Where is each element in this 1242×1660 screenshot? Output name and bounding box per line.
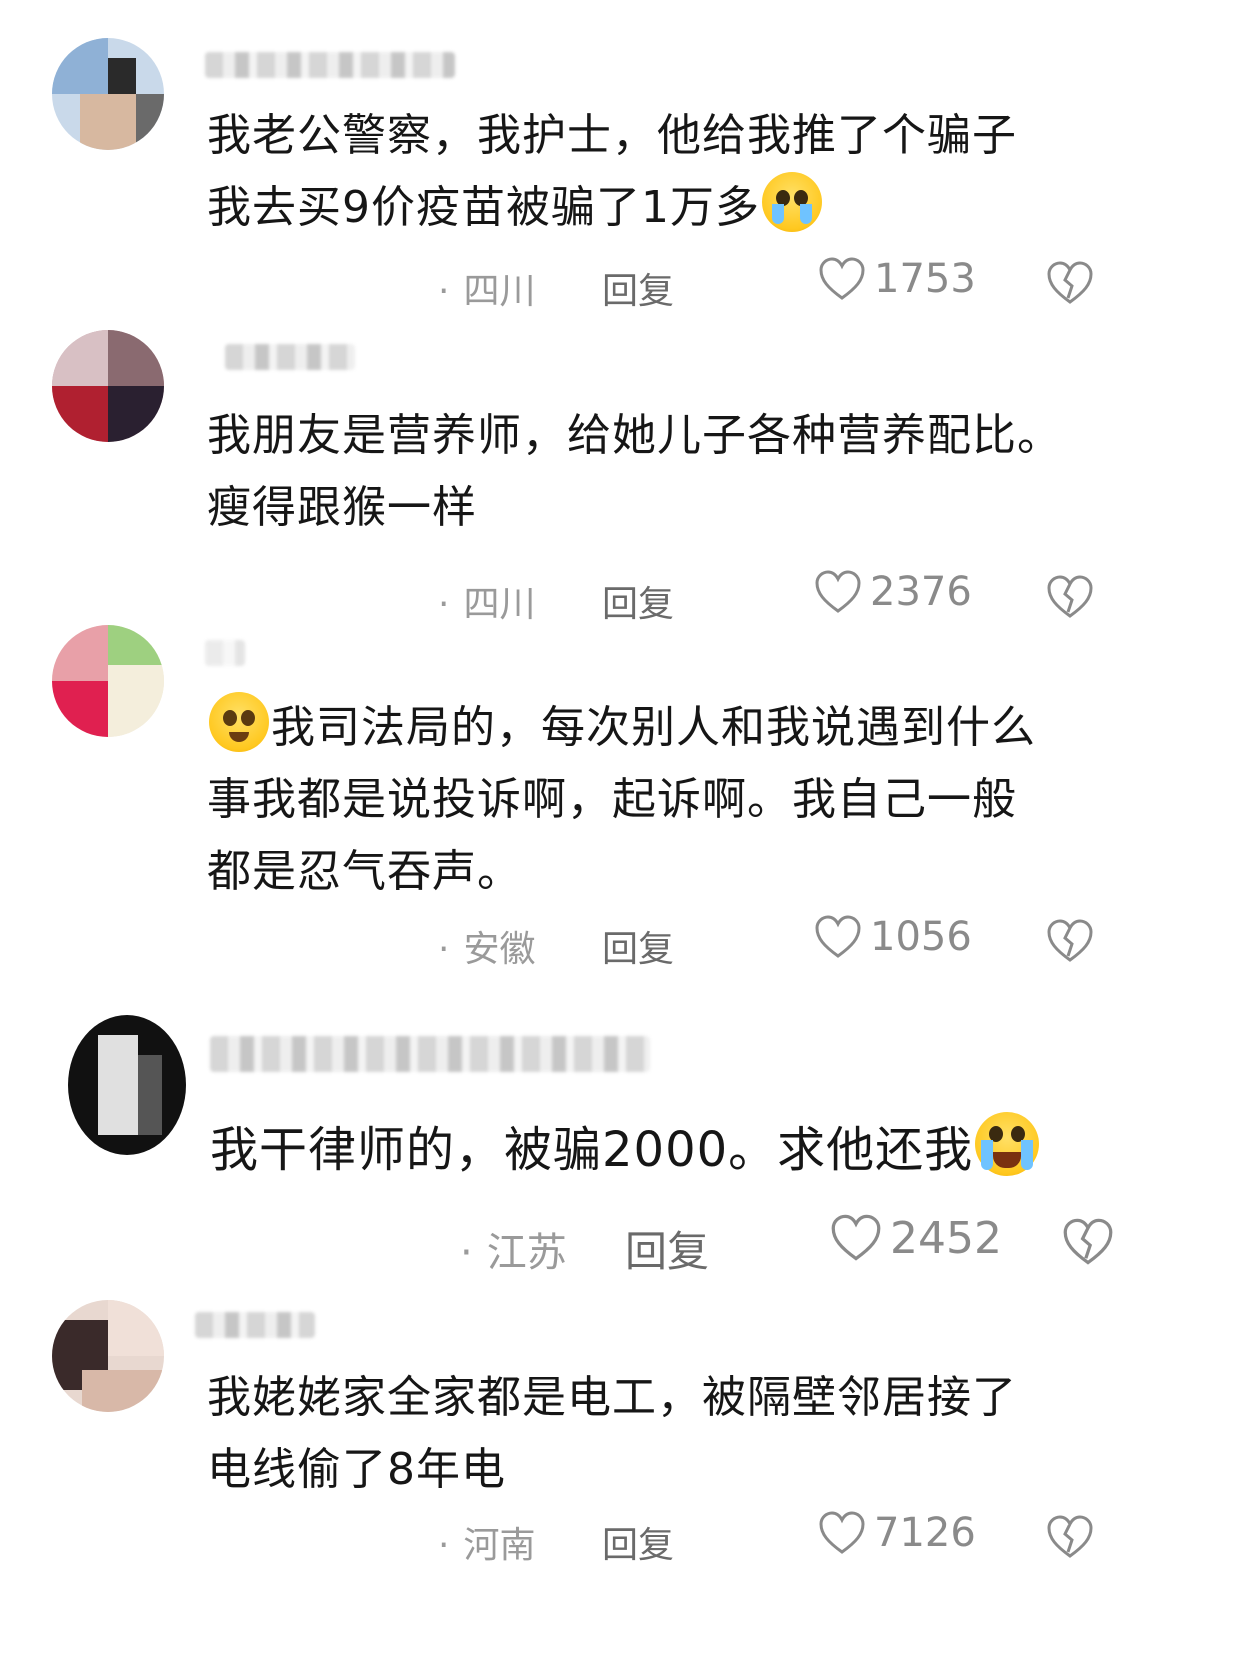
like-button[interactable]: 1056	[814, 914, 972, 960]
like-count: 1753	[874, 256, 976, 302]
like-count: 2376	[870, 569, 972, 615]
like-count: 1056	[870, 914, 972, 960]
broken-heart-icon[interactable]	[1046, 574, 1094, 620]
heart-icon	[815, 570, 861, 613]
crying-face-icon	[975, 1112, 1040, 1176]
avatar[interactable]	[52, 1300, 164, 1412]
comment-text: 我干律师的，被骗2000。求他还我	[210, 1112, 1200, 1186]
comment-text: 我司法局的，每次别人和我说遇到什么 事我都是说投诉啊，起诉啊。我自己一般 都是忍…	[207, 692, 1197, 908]
username[interactable]	[225, 344, 355, 370]
comment-text: 我姥姥家全家都是电工，被隔壁邻居接了 电线偷了8年电	[207, 1372, 1017, 1495]
like-button[interactable]: 2376	[814, 569, 972, 615]
username[interactable]	[205, 52, 455, 78]
heart-icon	[831, 1214, 881, 1261]
location: · 四川	[438, 271, 536, 312]
location: · 江苏	[460, 1230, 567, 1276]
username[interactable]	[210, 1036, 650, 1072]
broken-heart-icon[interactable]	[1062, 1214, 1114, 1270]
location: · 河南	[438, 1525, 536, 1566]
comment-text: 我老公警察，我护士，他给我推了个骗子 我去买9价疫苗被骗了1万多	[207, 110, 1017, 233]
avatar[interactable]	[52, 625, 164, 737]
heart-icon	[819, 1511, 865, 1554]
like-button[interactable]: 2452	[830, 1210, 1002, 1266]
like-count: 2452	[890, 1212, 1002, 1264]
reply-button[interactable]: 回复	[602, 920, 674, 972]
smile-face-icon	[209, 692, 269, 752]
heart-icon	[815, 915, 861, 958]
location: · 安徽	[438, 929, 536, 970]
reply-button[interactable]: 回复	[602, 262, 674, 314]
broken-heart-icon[interactable]	[1046, 1514, 1094, 1560]
comment-text: 我朋友是营养师，给她儿子各种营养配比。 瘦得跟猴一样	[207, 410, 1062, 533]
broken-heart-icon[interactable]	[1046, 918, 1094, 964]
heart-icon	[819, 257, 865, 300]
username[interactable]	[205, 640, 245, 666]
avatar[interactable]	[52, 38, 164, 150]
like-button[interactable]: 7126	[818, 1510, 976, 1556]
broken-heart-icon[interactable]	[1046, 260, 1094, 306]
reply-button[interactable]: 回复	[602, 1516, 674, 1568]
avatar[interactable]	[68, 1015, 186, 1155]
like-count: 7126	[874, 1510, 976, 1556]
location: · 四川	[438, 584, 536, 625]
reply-button[interactable]: 回复	[602, 575, 674, 627]
username[interactable]	[195, 1312, 315, 1338]
like-button[interactable]: 1753	[818, 256, 976, 302]
reply-button[interactable]: 回复	[625, 1218, 709, 1279]
pleading-face-icon	[762, 172, 822, 232]
avatar[interactable]	[52, 330, 164, 442]
